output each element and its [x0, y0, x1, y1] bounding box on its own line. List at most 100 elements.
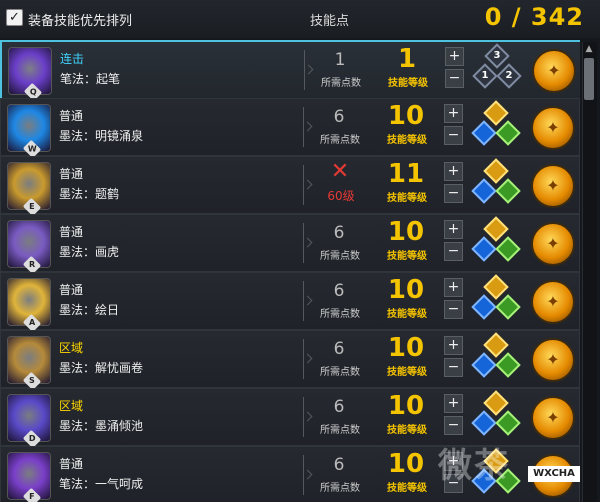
skill-icon[interactable]: F — [7, 452, 51, 502]
rune-slot-icon[interactable]: ✦ — [531, 338, 575, 382]
tripod-gem-right-icon[interactable] — [495, 410, 521, 436]
tripod-selector[interactable] — [467, 158, 525, 210]
tripod-selector[interactable] — [467, 332, 525, 384]
tripod-selector[interactable] — [467, 274, 525, 326]
level-down-button[interactable]: − — [444, 300, 463, 319]
scrollbar[interactable] — [582, 42, 597, 502]
skill-icon[interactable]: S — [7, 336, 51, 391]
level-up-button[interactable]: + — [445, 47, 464, 66]
required-points-value: 6 — [333, 281, 345, 301]
scroll-up-arrow-icon[interactable]: ▲ — [584, 44, 594, 54]
skill-row-r[interactable]: R 普通 墨法：画虎 6 所需点数 10 技能等级 + − ✦ — [0, 214, 580, 275]
skill-icon[interactable]: Q — [8, 47, 52, 102]
rune-slot-icon[interactable]: ✦ — [531, 164, 575, 208]
required-points-label: 所需点数 — [320, 483, 360, 494]
skill-level-label: 技能等级 — [387, 135, 427, 146]
skill-type: 区域 — [59, 399, 84, 413]
scrollbar-thumb[interactable] — [584, 58, 594, 100]
tripod-gem-right-icon[interactable]: 2 — [496, 63, 522, 89]
required-points-value: 6 — [333, 223, 345, 243]
skill-icon[interactable]: E — [7, 162, 51, 217]
level-down-button[interactable]: − — [445, 69, 464, 88]
level-up-button[interactable]: + — [444, 394, 463, 413]
skill-name: 墨法：墨涌倾池 — [59, 419, 144, 433]
required-points-label: 所需点数 — [320, 251, 360, 262]
rune-slot-icon[interactable]: ✦ — [531, 222, 575, 266]
skill-type: 普通 — [59, 457, 84, 471]
required-points-value: 1 — [334, 50, 346, 70]
skill-points-value: 0 / 342 — [484, 3, 584, 31]
tripod-gem-right-icon[interactable] — [495, 120, 521, 146]
hotkey-badge: F — [22, 487, 42, 502]
skill-level-label: 技能等级 — [387, 193, 427, 204]
skill-level-label: 技能等级 — [387, 251, 427, 262]
skill-type: 普通 — [59, 283, 84, 297]
skill-row-e[interactable]: E 普通 墨法：题鹤 ✕ 60级 11 技能等级 + − ✦ — [0, 156, 580, 217]
tripod-gem-left-icon[interactable] — [471, 178, 497, 204]
row-divider — [303, 397, 307, 437]
skill-level-label: 技能等级 — [387, 309, 427, 320]
skill-level-value: 10 — [387, 101, 425, 131]
skill-level-value: 10 — [387, 391, 425, 421]
skill-row-q[interactable]: Q 连击 笔法：起笔 1 所需点数 1 技能等级 + − 3 1 2 ✦ — [0, 40, 580, 102]
level-up-button[interactable]: + — [444, 104, 463, 123]
level-down-button[interactable]: − — [444, 242, 463, 261]
locked-swords-icon: ✕ — [330, 159, 350, 184]
skill-type: 普通 — [59, 225, 84, 239]
tripod-gem-left-icon[interactable] — [471, 236, 497, 262]
tripod-gem-right-icon[interactable] — [495, 294, 521, 320]
level-up-button[interactable]: + — [444, 336, 463, 355]
tripod-gem-left-icon[interactable] — [471, 120, 497, 146]
level-up-button[interactable]: + — [444, 162, 463, 181]
tripod-gem-left-icon[interactable] — [471, 352, 497, 378]
tripod-selector[interactable] — [467, 100, 525, 152]
tripod-selector[interactable] — [467, 216, 525, 268]
required-points-value: 6 — [333, 455, 345, 475]
skill-type: 普通 — [59, 109, 84, 123]
sort-equipped-checkbox[interactable]: ✓ — [6, 9, 23, 26]
rune-slot-icon[interactable]: ✦ — [531, 106, 575, 150]
skill-row-a[interactable]: A 普通 墨法：绘日 6 所需点数 10 技能等级 + − ✦ — [0, 272, 580, 333]
skill-level-label: 技能等级 — [387, 367, 427, 378]
tripod-gem-right-icon[interactable] — [495, 352, 521, 378]
tripod-selector[interactable]: 3 1 2 — [468, 43, 526, 95]
required-level: 60级 — [327, 189, 355, 203]
skill-row-w[interactable]: W 普通 墨法：明镜涌泉 6 所需点数 10 技能等级 + − ✦ — [0, 98, 580, 159]
required-points-label: 所需点数 — [321, 78, 361, 89]
tripod-gem-right-icon[interactable] — [495, 178, 521, 204]
rune-slot-icon[interactable]: ✦ — [531, 280, 575, 324]
level-up-button[interactable]: + — [444, 278, 463, 297]
skill-icon[interactable]: R — [7, 220, 51, 275]
skill-level-value: 11 — [387, 159, 425, 189]
row-divider — [303, 281, 307, 321]
row-divider — [303, 165, 307, 205]
rune-slot-icon[interactable]: ✦ — [531, 396, 575, 440]
rune-slot-icon[interactable]: ✦ — [532, 49, 576, 93]
level-down-button[interactable]: − — [444, 126, 463, 145]
level-up-button[interactable]: + — [444, 220, 463, 239]
tripod-gem-left-icon[interactable]: 1 — [472, 63, 498, 89]
tripod-gem-left-icon[interactable] — [471, 410, 497, 436]
skill-level-value: 10 — [387, 217, 425, 247]
level-down-button[interactable]: − — [444, 358, 463, 377]
tripod-selector[interactable] — [467, 390, 525, 442]
skill-row-s[interactable]: S 区域 墨法：解忧画卷 6 所需点数 10 技能等级 + − ✦ — [0, 330, 580, 391]
required-points-label: 所需点数 — [320, 367, 360, 378]
required-points-label: 所需点数 — [320, 309, 360, 320]
row-divider — [303, 223, 307, 263]
watermark-text: 微茶 — [438, 446, 510, 486]
skill-level-label: 技能等级 — [387, 425, 427, 436]
skill-name: 墨法：解忧画卷 — [59, 361, 144, 375]
skill-name: 笔法：起笔 — [60, 72, 121, 86]
skill-level-value: 10 — [387, 449, 425, 479]
skill-icon[interactable]: W — [7, 104, 51, 159]
skill-icon[interactable]: A — [7, 278, 51, 333]
skill-list: Q 连击 笔法：起笔 1 所需点数 1 技能等级 + − 3 1 2 ✦ W 普… — [0, 40, 580, 502]
tripod-gem-left-icon[interactable] — [471, 294, 497, 320]
level-down-button[interactable]: − — [444, 416, 463, 435]
skill-icon[interactable]: D — [7, 394, 51, 449]
level-down-button[interactable]: − — [444, 184, 463, 203]
tripod-gem-right-icon[interactable] — [495, 236, 521, 262]
sort-equipped-label[interactable]: 装备技能优先排列 — [28, 10, 132, 29]
required-points-value: 6 — [333, 107, 345, 127]
